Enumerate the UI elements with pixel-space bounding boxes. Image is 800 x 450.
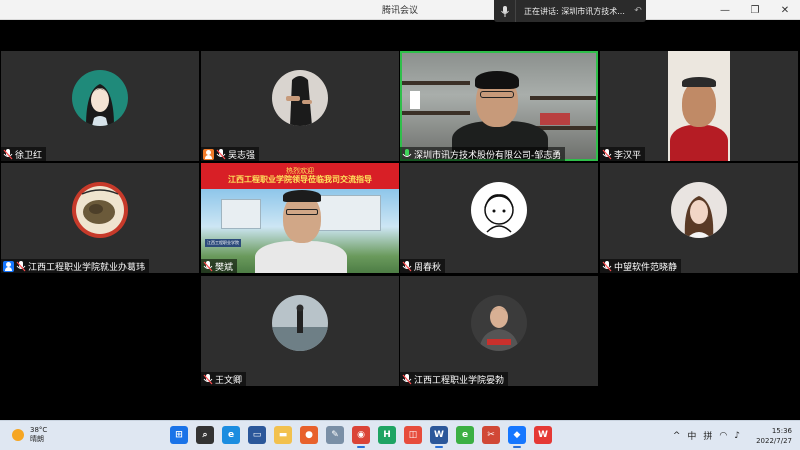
avatar <box>72 182 128 238</box>
mic-muted-icon <box>3 148 13 159</box>
avatar <box>471 295 527 351</box>
clock-time: 15:36 <box>771 427 792 435</box>
taskbar-apps: ⊞ ⌕ e ▭ ▬ ● ✎ ◉ H ◫ We ✂ ◆ W <box>170 426 552 448</box>
participant-name-tag: 王文卿 <box>201 372 247 386</box>
participant-name-tag: 江西工程职业学院晏勃 <box>400 372 509 386</box>
minimize-button[interactable]: — <box>710 0 740 20</box>
avatar <box>671 182 727 238</box>
calendar-icon[interactable]: ◫ <box>404 426 422 444</box>
chrome-icon[interactable]: ◉ <box>352 426 370 448</box>
participant-tile[interactable]: 江西工程职业学院就业办葛玮 <box>1 163 199 273</box>
participant-tile[interactable]: 李汉平 <box>600 51 798 161</box>
mic-muted-icon <box>16 260 26 271</box>
mic-muted-icon <box>602 148 612 159</box>
participant-name: 深圳市讯方技术股份有限公司-邹志勇 <box>414 150 562 161</box>
video-feed <box>668 51 730 161</box>
clock-date: 2022/7/27 <box>756 437 792 445</box>
participant-tile[interactable]: 王文卿 <box>201 276 399 386</box>
video-feed <box>400 51 598 161</box>
mic-muted-icon <box>402 373 412 384</box>
speaking-indicator[interactable]: 正在讲话: 深圳市讯方技术... ↶ <box>494 0 646 22</box>
taskbar: 38°C 晴朗 ⊞ ⌕ e ▭ ▬ ● ✎ ◉ H ◫ We ✂ ◆ W ^ 中 拼 ◠ ♪ 15:36 … <box>0 420 800 450</box>
banner-line-1: 热烈欢迎 <box>286 167 314 175</box>
participant-name: 周春秋 <box>414 262 442 273</box>
system-tray: ^ 中 拼 ◠ ♪ <box>673 429 740 443</box>
user-icon <box>203 148 214 160</box>
participant-name-tag: 江西工程职业学院就业办葛玮 <box>1 259 150 273</box>
browser360-icon[interactable]: e <box>456 426 474 444</box>
mic-icon <box>494 0 516 22</box>
close-button[interactable]: ✕ <box>770 0 800 20</box>
window-title: 腾讯会议 <box>381 6 418 16</box>
background-sign: 江西工程职业学院 <box>205 239 241 247</box>
h-app-icon[interactable]: H <box>378 426 396 444</box>
avatar <box>72 70 128 126</box>
maximize-button[interactable]: ❐ <box>740 0 770 20</box>
chat-icon[interactable]: ✎ <box>326 426 344 444</box>
word-icon[interactable]: W <box>430 426 448 448</box>
sun-icon <box>12 429 24 441</box>
participant-name-tag: 吴志强 <box>201 147 260 161</box>
wps-icon[interactable]: W <box>534 426 552 444</box>
participant-tile[interactable]: 热烈欢迎 江西工程职业学院领导莅临我司交流指导 江西工程职业学院 樊斌 <box>201 163 399 273</box>
participant-name: 江西工程职业学院就业办葛玮 <box>28 262 146 273</box>
tencent-meeting-icon[interactable]: ◆ <box>508 426 526 448</box>
weather-temp: 38°C <box>30 426 48 434</box>
participant-name: 李汉平 <box>614 150 642 161</box>
participant-name: 王文卿 <box>215 375 243 386</box>
participant-name: 樊斌 <box>215 262 234 273</box>
participant-tile-speaking[interactable]: 深圳市讯方技术股份有限公司-邹志勇 <box>400 51 598 161</box>
mic-muted-icon <box>602 260 612 271</box>
start-icon[interactable]: ⊞ <box>170 426 188 444</box>
mic-muted-icon <box>203 260 213 271</box>
participant-name-tag: 李汉平 <box>600 147 646 161</box>
avatar <box>471 182 527 238</box>
participant-name-tag: 樊斌 <box>201 259 238 273</box>
clock[interactable]: 15:36 2022/7/27 <box>756 426 792 446</box>
participant-tile[interactable]: 吴志强 <box>201 51 399 161</box>
avatar <box>272 295 328 351</box>
mic-muted-icon <box>216 148 226 159</box>
participant-name: 吴志强 <box>228 150 256 161</box>
collapse-icon[interactable]: ↶ <box>630 6 646 16</box>
edge-icon[interactable]: e <box>222 426 240 444</box>
weather-widget[interactable]: 38°C 晴朗 <box>12 426 47 444</box>
mic-active-icon <box>402 148 412 157</box>
speaking-label: 正在讲话: 深圳市讯方技术... <box>524 6 625 16</box>
user-icon <box>3 260 14 272</box>
screenshot-icon[interactable]: ✂ <box>482 426 500 444</box>
firefox-icon[interactable]: ● <box>300 426 318 444</box>
welcome-banner: 热烈欢迎 江西工程职业学院领导莅临我司交流指导 <box>201 163 399 189</box>
tray-chevron-icon[interactable]: ^ <box>673 431 681 441</box>
participant-tile[interactable]: 中望软件范晓静 <box>600 163 798 273</box>
mic-muted-icon <box>402 260 412 271</box>
desktop-icon[interactable]: ▭ <box>248 426 266 444</box>
title-bar: 腾讯会议 — ❐ ✕ <box>0 0 800 20</box>
participant-name: 徐卫红 <box>15 150 43 161</box>
participant-tile[interactable]: 江西工程职业学院晏勃 <box>400 276 598 386</box>
participant-tile[interactable]: 周春秋 <box>400 163 598 273</box>
participant-name-tag: 周春秋 <box>400 259 446 273</box>
participant-name-tag: 徐卫红 <box>1 147 47 161</box>
window-controls: — ❐ ✕ <box>710 0 800 20</box>
wifi-icon[interactable]: ◠ <box>719 431 727 441</box>
weather-desc: 晴朗 <box>30 435 44 443</box>
avatar <box>272 70 328 126</box>
meeting-window: 腾讯会议 — ❐ ✕ 正在讲话: 深圳市讯方技术... ↶ 徐卫红 吴志强 深圳… <box>0 0 800 450</box>
participant-name: 中望软件范晓静 <box>614 262 678 273</box>
ime-pinyin[interactable]: 拼 <box>703 429 712 442</box>
search-icon[interactable]: ⌕ <box>196 426 214 444</box>
participant-name-tag: 深圳市讯方技术股份有限公司-邹志勇 <box>400 147 566 161</box>
volume-icon[interactable]: ♪ <box>734 431 740 441</box>
ime-chinese[interactable]: 中 <box>687 429 696 442</box>
banner-line-2: 江西工程职业学院领导莅临我司交流指导 <box>228 175 372 184</box>
mic-muted-icon <box>203 373 213 384</box>
participant-tile[interactable]: 徐卫红 <box>1 51 199 161</box>
top-strip <box>0 20 800 48</box>
folder-icon[interactable]: ▬ <box>274 426 292 444</box>
participant-name: 江西工程职业学院晏勃 <box>414 375 505 386</box>
participant-name-tag: 中望软件范晓静 <box>600 259 682 273</box>
